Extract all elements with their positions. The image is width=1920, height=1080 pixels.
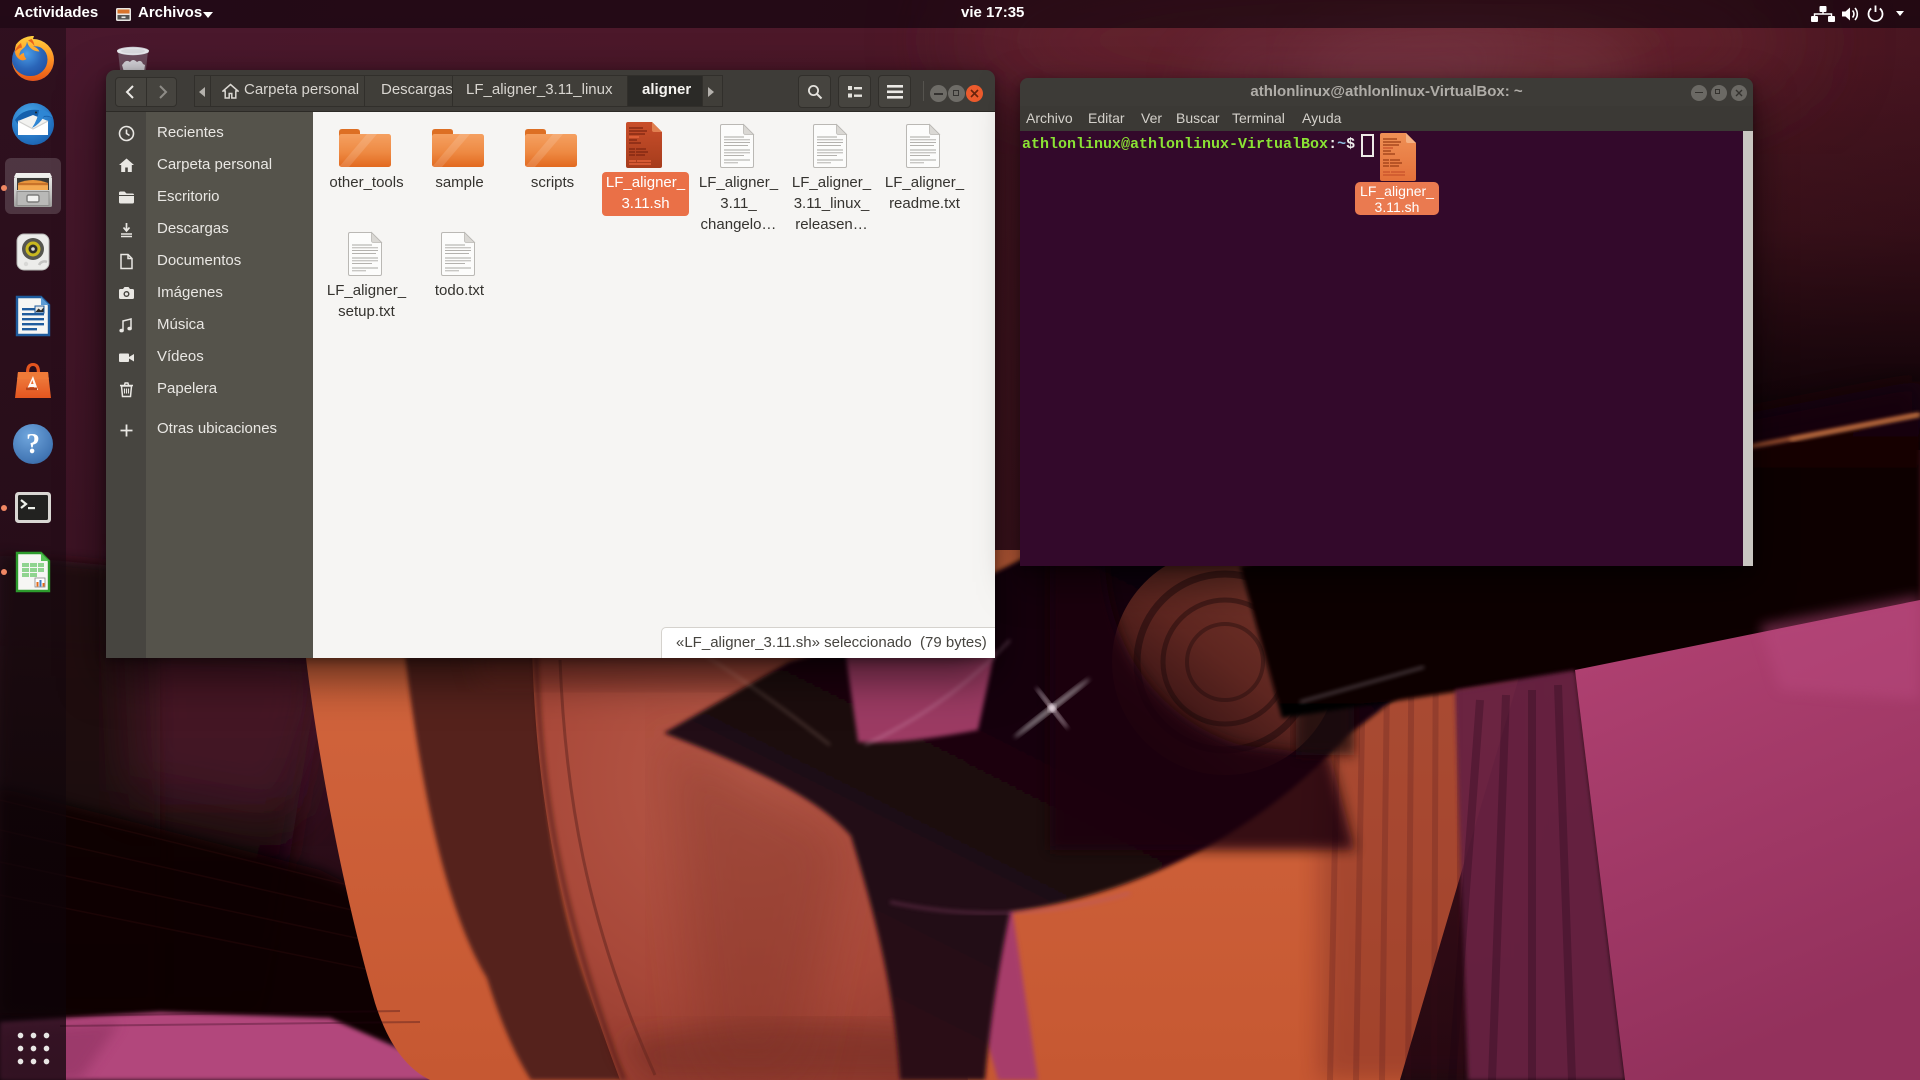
svg-text:?: ? [26,429,40,460]
